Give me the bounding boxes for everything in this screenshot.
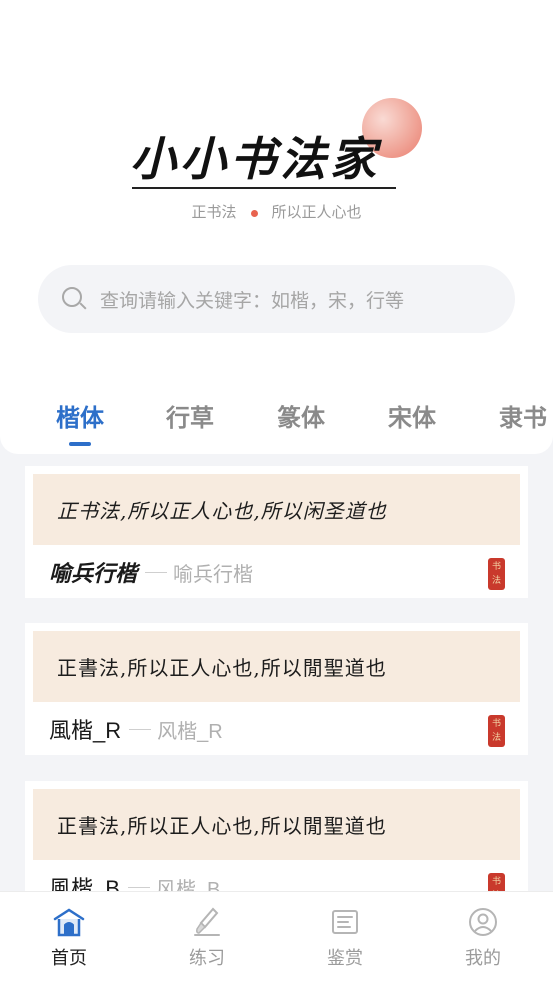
font-name: 喻兵行楷 xyxy=(49,561,138,587)
font-category-tabs: 楷体 行草 篆体 宋体 隶书 xyxy=(0,398,553,448)
separator-line xyxy=(129,728,152,730)
font-name: 風楷_R xyxy=(49,718,122,743)
nav-practice[interactable]: 练习 xyxy=(167,906,247,970)
seal-stamp-icon: 书法 xyxy=(488,558,505,590)
tab-xingcao[interactable]: 行草 xyxy=(166,398,214,433)
font-sample-text: 正书法,所以正人心也,所以闲圣道也 xyxy=(33,474,520,545)
search-icon xyxy=(60,285,88,313)
font-name: 風楷_B xyxy=(49,876,120,891)
separator-line xyxy=(127,886,150,888)
slogan-dot xyxy=(250,209,258,217)
slogan-left: 正书法 xyxy=(191,204,237,221)
nav-mine-label: 我的 xyxy=(465,948,501,968)
nav-home-label: 首页 xyxy=(51,948,87,968)
home-temple-icon xyxy=(53,906,85,938)
nav-home[interactable]: 首页 xyxy=(29,906,109,970)
brush-practice-icon xyxy=(191,906,223,938)
header-panel: 小小书法家 正书法 所以正人心也 查询请输入关键字：如楷，宋，行等 楷体 行草 篆… xyxy=(0,0,553,454)
font-card[interactable]: 正書法,所以正人心也,所以閒聖道也 風楷_R 风楷_R 书法 xyxy=(25,623,528,755)
separator-line xyxy=(145,571,168,573)
tab-songti[interactable]: 宋体 xyxy=(388,398,436,433)
nav-mine[interactable]: 我的 xyxy=(443,906,523,970)
user-profile-icon xyxy=(467,906,499,938)
seal-stamp-icon: 书法 xyxy=(488,715,505,747)
font-card[interactable]: 正书法,所以正人心也,所以闲圣道也 喻兵行楷 喻兵行楷 书法 xyxy=(25,466,528,598)
slogan-right: 所以正人心也 xyxy=(271,204,362,221)
tab-lishu[interactable]: 隶书 xyxy=(499,398,547,433)
active-tab-indicator xyxy=(69,442,91,446)
slogan: 正书法 所以正人心也 xyxy=(0,201,553,222)
bottom-navigation: 首页 练习 鉴赏 我的 xyxy=(0,891,553,984)
font-alias: 风楷_R xyxy=(157,720,223,743)
seal-stamp-icon: 书法 xyxy=(488,873,505,891)
tab-kaiti[interactable]: 楷体 xyxy=(56,398,104,433)
nav-appreciate-label: 鉴赏 xyxy=(327,948,363,968)
font-sample-text: 正書法,所以正人心也,所以閒聖道也 xyxy=(33,631,520,702)
app-logo: 小小书法家 xyxy=(120,95,430,195)
nav-appreciate[interactable]: 鉴赏 xyxy=(305,906,385,970)
search-input[interactable]: 查询请输入关键字：如楷，宋，行等 xyxy=(100,286,404,313)
font-meta: 風楷_R 风楷_R xyxy=(49,711,223,747)
tab-zhuanti[interactable]: 篆体 xyxy=(277,398,325,433)
nav-practice-label: 练习 xyxy=(189,948,225,968)
font-alias: 风楷_B xyxy=(155,878,221,892)
search-bar[interactable]: 查询请输入关键字：如楷，宋，行等 xyxy=(38,265,515,333)
font-card[interactable]: 正書法,所以正人心也,所以閒聖道也 風楷_B 风楷_B 书法 xyxy=(25,781,528,891)
font-sample-text: 正書法,所以正人心也,所以閒聖道也 xyxy=(33,789,520,860)
logo-underline xyxy=(132,187,396,189)
font-meta: 喻兵行楷 喻兵行楷 xyxy=(49,554,253,590)
app-title: 小小书法家 xyxy=(130,132,380,186)
font-alias: 喻兵行楷 xyxy=(173,563,254,586)
scroll-appreciate-icon xyxy=(329,906,361,938)
font-meta: 風楷_B 风楷_B xyxy=(49,869,220,891)
